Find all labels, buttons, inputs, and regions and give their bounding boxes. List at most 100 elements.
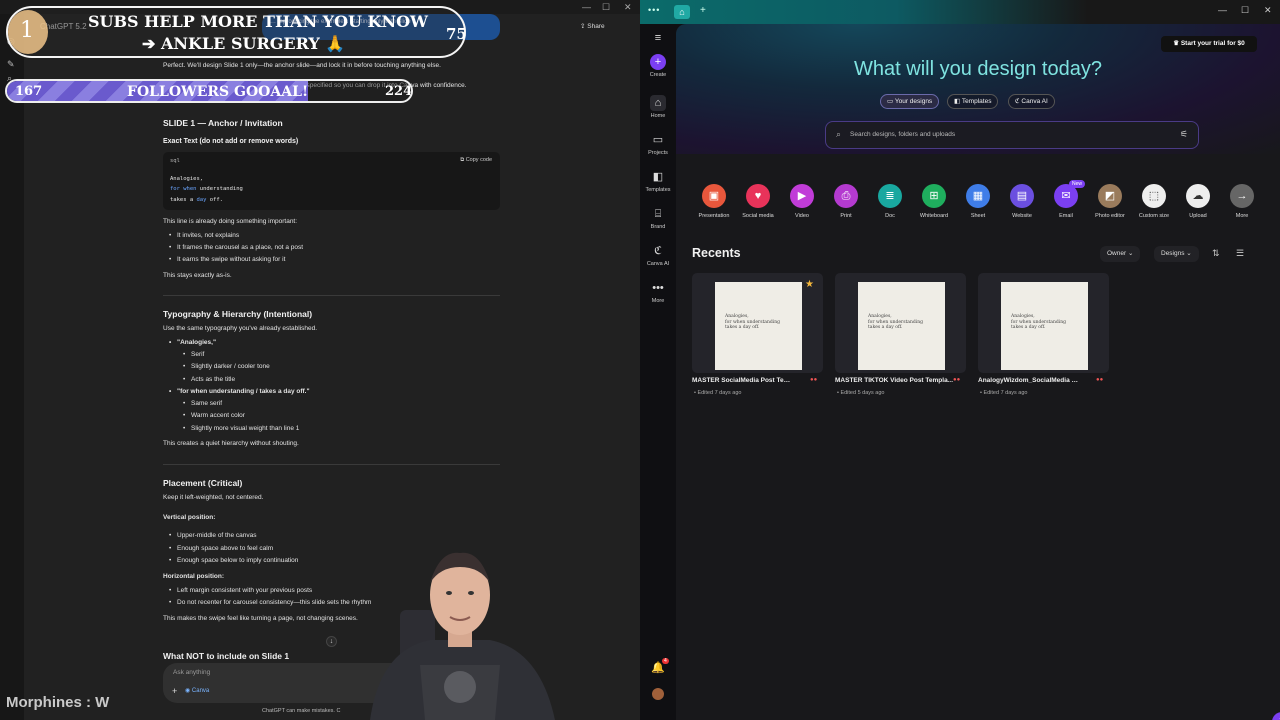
- new-chat-icon[interactable]: ✎: [7, 59, 15, 70]
- quick-action-upload[interactable]: ☁ Upload: [1176, 184, 1220, 219]
- search-icon: ⌕: [836, 129, 842, 139]
- minimize-icon[interactable]: —: [1218, 5, 1227, 15]
- list-view-icon[interactable]: ☰: [1236, 248, 1244, 259]
- avatar: [652, 688, 664, 700]
- disclaimer: ChatGPT can make mistakes. C: [262, 708, 341, 714]
- design-name[interactable]: AnalogyWizdom_SocialMedia …: [978, 377, 1096, 384]
- quick-action-print[interactable]: ⎙ Print: [824, 184, 868, 219]
- divider: [163, 464, 500, 465]
- sidebar-item-more[interactable]: ••• More: [640, 280, 676, 304]
- design-thumbnail: Analogies, for when understanding takes a …: [858, 282, 945, 370]
- notification-count: 4: [662, 658, 669, 664]
- list-item: "for when understanding / takes a day of…: [169, 388, 310, 395]
- quick-action-social-media[interactable]: ♥ Social media: [736, 184, 780, 219]
- tab-your-designs[interactable]: ▭ Your designs: [880, 94, 940, 109]
- code-keyword: day: [196, 197, 207, 203]
- canva-home-tab-icon[interactable]: ⌂: [674, 5, 690, 19]
- quick-action-custom-size[interactable]: ⬚ Custom size: [1132, 184, 1176, 219]
- help-button[interactable]: ?: [1272, 712, 1280, 720]
- important-line: This line is already doing something imp…: [163, 218, 298, 225]
- new-tab-icon[interactable]: +: [700, 5, 706, 16]
- hero-title: What will you design today?: [854, 58, 1102, 80]
- streamer-watermark: Morphines : W: [6, 694, 110, 711]
- close-icon[interactable]: ✕: [624, 2, 632, 13]
- share-button[interactable]: ⇪ Share: [580, 22, 605, 30]
- copy-code-button[interactable]: ⧉ Copy code: [460, 157, 492, 164]
- list-item: Enough space above to feel calm: [169, 545, 273, 552]
- thumbnail-line: takes a day off.: [1011, 325, 1046, 330]
- quick-action-more[interactable]: → More: [1220, 184, 1264, 219]
- sidebar-item-home[interactable]: ⌂ Home: [640, 95, 676, 119]
- thumbnail-line: takes a day off.: [725, 325, 760, 330]
- new-badge: New: [1069, 180, 1086, 188]
- design-name[interactable]: MASTER TIKTOK Video Post Templa…: [835, 377, 953, 384]
- attach-plus-icon[interactable]: +: [172, 686, 177, 696]
- design-card[interactable]: Analogies, for when understanding takes a …: [978, 273, 1109, 373]
- design-card[interactable]: Analogies, for when understanding takes a …: [835, 273, 966, 373]
- notifications-button[interactable]: 🔔 4: [640, 658, 676, 676]
- quick-action-photo-editor[interactable]: ◩ Photo editor: [1088, 184, 1132, 219]
- star-icon[interactable]: ★: [805, 279, 814, 290]
- scroll-down-button[interactable]: ↓: [326, 636, 337, 647]
- quick-action-doc[interactable]: ≣ Doc: [868, 184, 912, 219]
- filter-icon[interactable]: ⚟: [1180, 129, 1188, 140]
- search-input[interactable]: ⌕ Search designs, folders and uploads ⚟: [825, 121, 1199, 149]
- menu-dots-icon[interactable]: •••: [648, 5, 660, 15]
- intro-line: Perfect. We'll design Slide 1 only—the a…: [163, 62, 441, 69]
- designs-filter[interactable]: Designs ⌄: [1154, 246, 1199, 262]
- vertical-label: Vertical position:: [163, 514, 216, 521]
- folder-icon: ▭: [652, 134, 664, 146]
- typography-heading: Typography & Hierarchy (Intentional): [163, 309, 313, 319]
- canva-tool-chip[interactable]: ◉ Canva: [185, 687, 209, 694]
- owner-filter-label: Owner: [1107, 250, 1127, 257]
- maximize-icon[interactable]: ☐: [1241, 5, 1249, 16]
- subs-goal-overlay: 1 SUBS HELP MORE THAN YOU KNOW ➔ ANKLE S…: [6, 6, 467, 58]
- sidebar-item-menu[interactable]: ≡: [640, 30, 676, 46]
- tab-templates[interactable]: ◧ Templates: [947, 94, 999, 109]
- subs-line-1: SUBS HELP MORE THAN YOU KNOW: [88, 12, 428, 31]
- sort-icon[interactable]: ⇅: [1212, 248, 1220, 259]
- website-icon: ▤: [1010, 184, 1034, 208]
- sidebar-item-brand[interactable]: ⌸ Brand: [640, 206, 676, 230]
- sidebar-item-create[interactable]: + Create: [640, 54, 676, 78]
- list-item: Left margin consistent with your previou…: [169, 587, 312, 594]
- doc-icon: ≣: [878, 184, 902, 208]
- tab-label: Canva AI: [1021, 98, 1048, 105]
- quick-action-presentation[interactable]: ▣ Presentation: [692, 184, 736, 219]
- design-name[interactable]: MASTER SocialMedia Post Te…: [692, 377, 810, 384]
- divider: [163, 295, 500, 296]
- maximize-icon[interactable]: ☐: [602, 2, 610, 13]
- start-trial-button[interactable]: ♛ Start your trial for $0: [1161, 36, 1257, 52]
- thumbnail-line: takes a day off.: [868, 325, 903, 330]
- account-avatar[interactable]: [640, 688, 676, 700]
- quick-action-whiteboard[interactable]: ⊞ Whiteboard: [912, 184, 956, 219]
- heart-icon: ♥: [746, 184, 770, 208]
- quick-action-website[interactable]: ▤ Website: [1000, 184, 1044, 219]
- collaborator-avatars: ●●: [1096, 377, 1104, 383]
- owner-filter[interactable]: Owner ⌄: [1100, 246, 1141, 262]
- placement-heading: Placement (Critical): [163, 478, 243, 488]
- followers-goal-bar: 167 FOLLOWERS GOOAAL! 224: [5, 79, 413, 103]
- sidebar-item-canva-ai[interactable]: ℭ Canva AI: [640, 243, 676, 267]
- design-card[interactable]: Analogies, for when understanding takes a …: [692, 273, 823, 373]
- photo-editor-icon: ◩: [1098, 184, 1122, 208]
- code-line-3: takes a day off.: [170, 197, 223, 203]
- quiet-line: This creates a quiet hierarchy without s…: [163, 440, 299, 447]
- quick-action-video[interactable]: ▶ Video: [780, 184, 824, 219]
- sidebar-item-projects[interactable]: ▭ Projects: [640, 132, 676, 156]
- sidebar-item-templates[interactable]: ◧ Templates: [640, 169, 676, 193]
- quick-action-sheet[interactable]: ▦ Sheet: [956, 184, 1000, 219]
- minimize-icon[interactable]: —: [582, 2, 591, 12]
- close-icon[interactable]: ✕: [1264, 5, 1272, 16]
- quick-action-label: Upload: [1189, 213, 1207, 219]
- copy-code-label: Copy code: [465, 157, 492, 163]
- quick-action-email[interactable]: ✉ Email New: [1044, 180, 1088, 219]
- canva-sidebar: ≡ + Create ⌂ Home ▭ Projects ◧ Templates ⌸ Br…: [640, 24, 676, 720]
- tab-label: Your designs: [894, 98, 933, 105]
- share-label: Share: [587, 23, 605, 30]
- tab-canva-ai[interactable]: ℭ Canva AI: [1008, 94, 1055, 109]
- horizontal-label: Horizontal position:: [163, 573, 225, 580]
- list-item: Serif: [183, 351, 205, 358]
- designs-filter-label: Designs: [1161, 250, 1185, 257]
- quick-action-label: Email: [1059, 213, 1073, 219]
